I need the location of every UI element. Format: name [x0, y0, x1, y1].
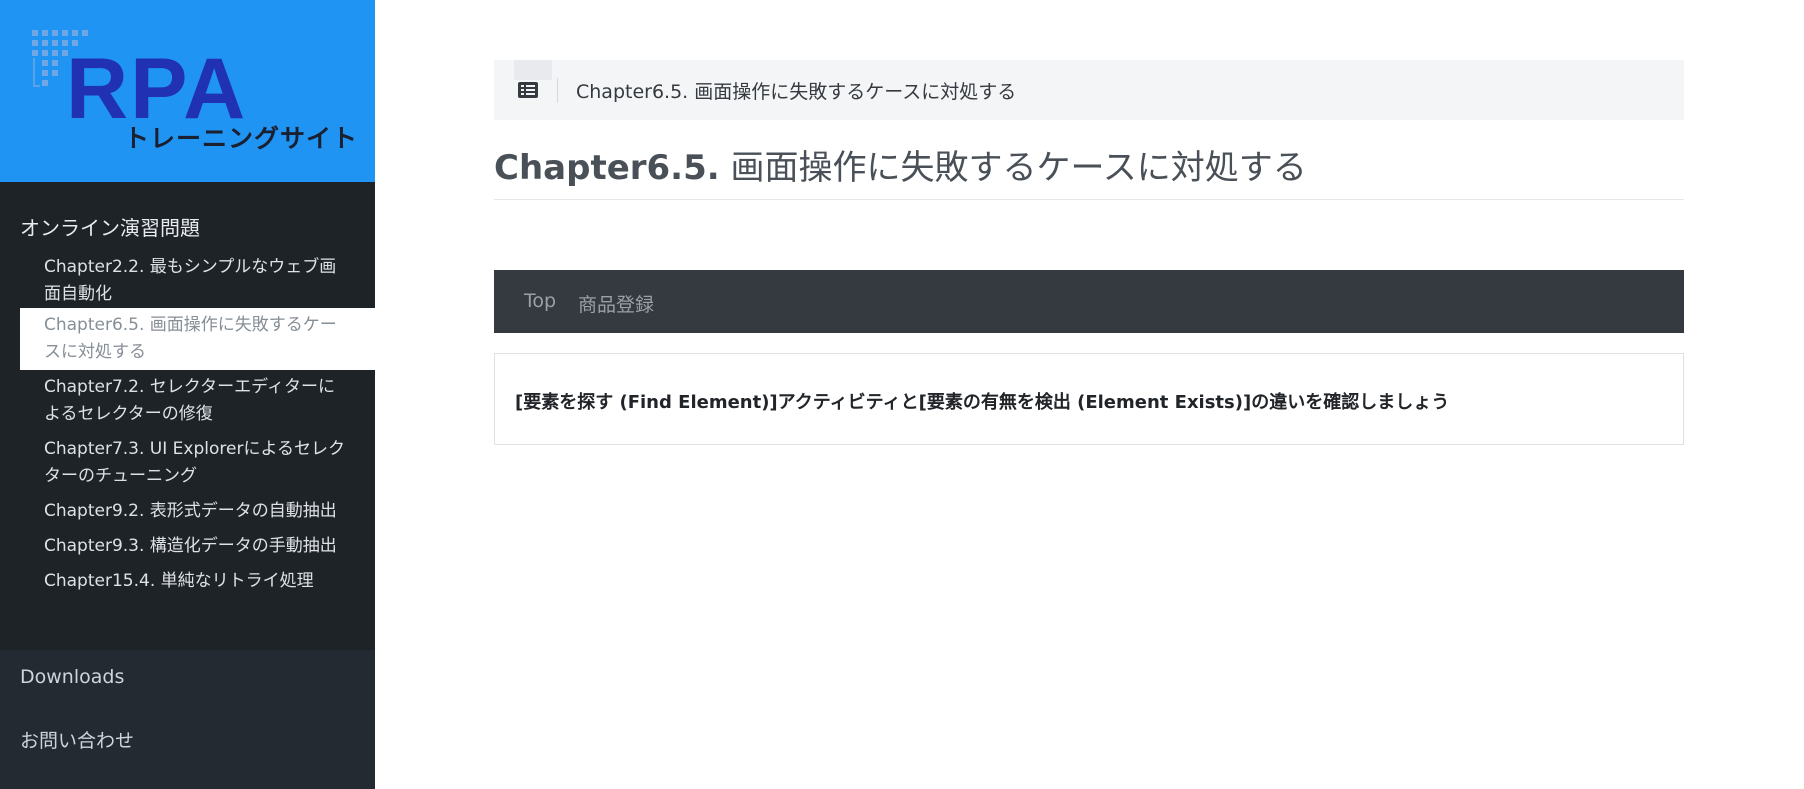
list-icon[interactable] [518, 82, 538, 98]
menu-section-title[interactable]: オンライン演習問題 [20, 212, 200, 241]
sidebar-item-label: 面自動化 [44, 284, 112, 304]
app-navbar: Top 商品登録 [494, 270, 1684, 333]
sidebar: RPA トレーニングサイト オンライン演習問題 Chapter2.2. 最もシン… [0, 0, 375, 789]
sidebar-item-label: スに対処する [44, 342, 146, 362]
logo-subtitle: トレーニングサイト [124, 124, 359, 153]
sidebar-item-chapter-2-2[interactable]: Chapter2.2. 最もシンプルなウェブ画 面自動化 [20, 254, 375, 308]
sidebar-item-chapter-9-2[interactable]: Chapter9.2. 表形式データの自動抽出 [20, 494, 375, 529]
sidebar-item-label: Chapter9.3. 構造化データの手動抽出 [44, 536, 337, 556]
title-divider [494, 199, 1684, 200]
breadcrumb-current: Chapter6.5. 画面操作に失敗するケースに対処する [576, 81, 1017, 103]
page-title-text: 画面操作に失敗するケースに対処する [719, 148, 1307, 188]
instruction-text: [要素を探す (Find Element)]アクティビティと[要素の有無を検出 … [515, 392, 1450, 413]
main-content: Chapter6.5. 画面操作に失敗するケースに対処する Chapter6.5… [494, 60, 1684, 445]
sidebar-item-label: Chapter7.3. UI Explorerによるセレク [44, 439, 345, 459]
sidebar-link-contact[interactable]: お問い合わせ [20, 726, 134, 753]
breadcrumb: Chapter6.5. 画面操作に失敗するケースに対処する [494, 60, 1684, 120]
site-logo[interactable]: RPA トレーニングサイト [0, 0, 375, 176]
navbar-item-top[interactable]: Top [524, 290, 556, 312]
page-title-number: Chapter6.5. [494, 148, 720, 188]
sidebar-item-label: Chapter6.5. 画面操作に失敗するケー [44, 315, 337, 335]
sidebar-item-label: Chapter9.2. 表形式データの自動抽出 [44, 501, 337, 521]
logo-title: RPA [66, 41, 248, 137]
sidebar-item-label: ターのチューニング [44, 466, 197, 486]
sidebar-item-label: Chapter15.4. 単純なリトライ処理 [44, 571, 314, 591]
sidebar-item-label: Chapter2.2. 最もシンプルなウェブ画 [44, 257, 337, 277]
sidebar-link-downloads[interactable]: Downloads [20, 666, 124, 688]
instruction-card: [要素を探す (Find Element)]アクティビティと[要素の有無を検出 … [494, 353, 1684, 445]
menu-list: Chapter2.2. 最もシンプルなウェブ画 面自動化 Chapter6.5.… [0, 254, 375, 599]
sidebar-item-label: よるセレクターの修復 [44, 404, 213, 424]
sidebar-item-chapter-6-5[interactable]: Chapter6.5. 画面操作に失敗するケー スに対処する [20, 308, 375, 370]
sidebar-item-label: Chapter7.2. セレクターエディターに [44, 377, 335, 397]
sidebar-item-chapter-9-3[interactable]: Chapter9.3. 構造化データの手動抽出 [20, 529, 375, 564]
sidebar-item-chapter-7-3[interactable]: Chapter7.3. UI Explorerによるセレク ターのチューニング [20, 432, 375, 494]
page-title: Chapter6.5. 画面操作に失敗するケースに対処する [494, 140, 1307, 189]
breadcrumb-separator [557, 78, 558, 103]
sidebar-item-chapter-7-2[interactable]: Chapter7.2. セレクターエディターに よるセレクターの修復 [20, 370, 375, 432]
exercise-menu: オンライン演習問題 Chapter2.2. 最もシンプルなウェブ画 面自動化 C… [0, 182, 375, 650]
navbar-item-product-registration[interactable]: 商品登録 [578, 290, 654, 317]
sidebar-item-chapter-15-4[interactable]: Chapter15.4. 単純なリトライ処理 [20, 564, 375, 599]
breadcrumb-toggle[interactable] [514, 60, 552, 80]
